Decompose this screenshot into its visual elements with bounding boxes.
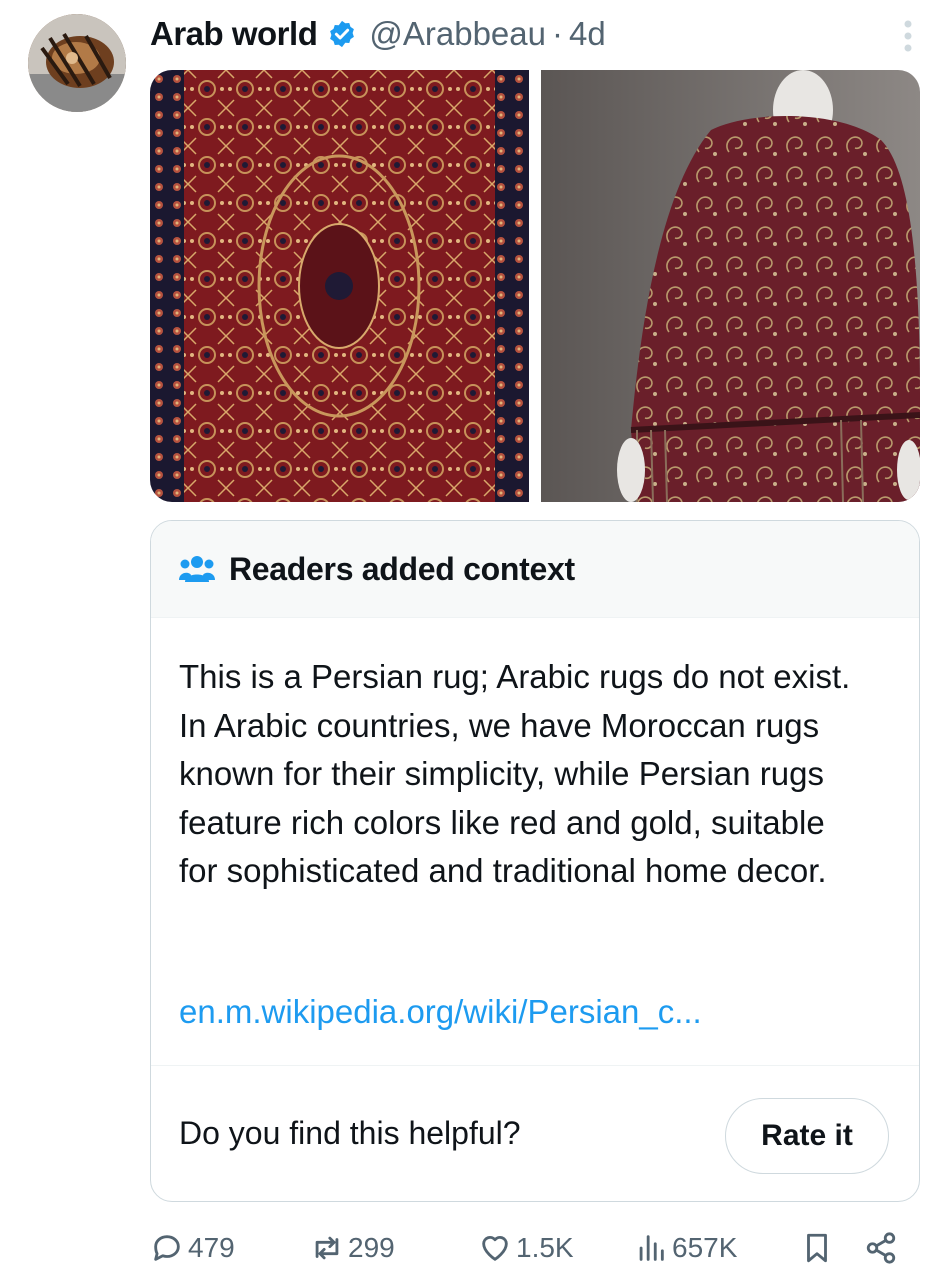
like-button[interactable]: 1.5K [478, 1224, 574, 1272]
community-note-header: Readers added context [151, 521, 919, 618]
community-note-footer: Do you find this helpful? Rate it [151, 1065, 919, 1201]
handle[interactable]: @Arabbeau [369, 15, 546, 53]
red-shawl-image[interactable] [541, 70, 920, 502]
community-note-text: This is a Persian rug; Arabic rugs do no… [179, 658, 851, 889]
persian-rug-image[interactable] [150, 70, 529, 502]
heart-icon [482, 1236, 508, 1261]
like-count: 1.5K [516, 1232, 574, 1263]
views-chart-icon [639, 1235, 664, 1261]
community-note-title: Readers added context [229, 550, 575, 587]
bookmark-button[interactable] [800, 1224, 838, 1272]
share-button[interactable] [864, 1224, 902, 1272]
repost-icon [315, 1236, 339, 1260]
media-grid [150, 70, 920, 502]
repost-count: 299 [348, 1232, 395, 1263]
engagement-bar: 479 299 1.5K 657K [150, 1224, 908, 1272]
helpful-prompt: Do you find this helpful? [179, 1115, 521, 1151]
reply-icon [154, 1235, 180, 1261]
separator-dot: · [551, 15, 563, 52]
display-name[interactable]: Arab world [150, 15, 318, 53]
bookmark-icon [807, 1233, 827, 1263]
share-icon [866, 1232, 896, 1264]
more-options-icon[interactable] [898, 18, 918, 54]
avatar[interactable] [28, 14, 126, 112]
views-button[interactable]: 657K [634, 1224, 737, 1272]
views-count: 657K [672, 1232, 738, 1263]
people-icon [179, 556, 215, 582]
source-link[interactable]: en.m.wikipedia.org/wiki/Persian_c... [179, 993, 702, 1031]
rate-it-button[interactable]: Rate it [725, 1098, 889, 1174]
verified-badge-icon [330, 20, 355, 48]
repost-button[interactable]: 299 [310, 1224, 395, 1272]
reply-count: 479 [188, 1232, 235, 1263]
timestamp[interactable]: 4d [569, 15, 606, 53]
post-header: Arab world @Arabbeau · 4d [150, 10, 918, 58]
reply-button[interactable]: 479 [150, 1224, 235, 1272]
community-note: Readers added context This is a Persian … [150, 520, 920, 1202]
